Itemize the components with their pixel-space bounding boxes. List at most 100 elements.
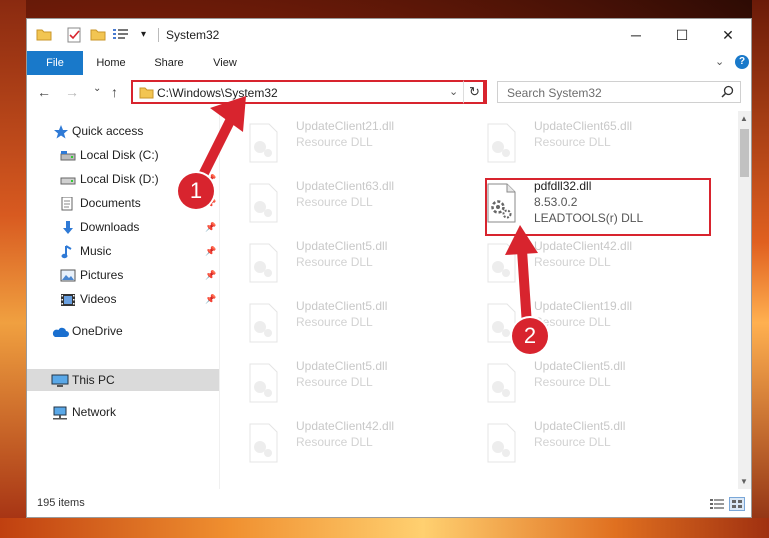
file-tile[interactable]: UpdateClient63.dll Resource DLL [220, 175, 450, 227]
file-name: UpdateClient5.dll [534, 359, 626, 373]
highlight-box [485, 178, 711, 236]
file-name: UpdateClient42.dll [534, 239, 633, 253]
tab-share[interactable]: Share [145, 51, 193, 75]
close-button[interactable]: ✕ [705, 19, 751, 51]
window-title: System32 [166, 28, 220, 42]
pictures-icon [60, 268, 76, 282]
file-tile[interactable]: UpdateClient5.dll Resource DLL [220, 295, 450, 347]
customize-toolbar-chevron-icon[interactable]: ▾ [141, 29, 146, 40]
search-input[interactable]: Search System32 [507, 86, 602, 100]
dll-file-icon [246, 183, 280, 223]
file-tile[interactable]: UpdateClient5.dll Resource DLL [220, 235, 450, 287]
sidebar-item-downloads[interactable]: Downloads 📌 [27, 216, 219, 238]
navigation-pane: Quick access Local Disk (C:) Local Disk … [27, 111, 219, 489]
star-icon [53, 124, 69, 139]
sidebar-item-onedrive[interactable]: OneDrive [27, 320, 219, 342]
file-type: Resource DLL [296, 255, 373, 269]
tab-file[interactable]: File [27, 51, 83, 75]
file-tile[interactable]: UpdateClient42.dll Resource DLL [458, 235, 688, 287]
sidebar-item-this-pc[interactable]: This PC [27, 369, 219, 391]
folder-icon [36, 27, 52, 44]
help-icon[interactable]: ? [735, 55, 749, 69]
file-type: Resource DLL [534, 375, 611, 389]
sidebar-item-label: Pictures [80, 268, 124, 282]
dll-file-icon [246, 423, 280, 463]
pin-icon: 📌 [205, 222, 217, 232]
sidebar-item-videos[interactable]: Videos 📌 [27, 288, 219, 310]
sidebar-item-label: Downloads [80, 220, 140, 234]
sidebar-item-network[interactable]: Network [27, 401, 219, 423]
file-name: UpdateClient42.dll [296, 419, 395, 433]
tab-home[interactable]: Home [87, 51, 135, 75]
file-type: Resource DLL [296, 135, 373, 149]
file-tile[interactable]: UpdateClient21.dll Resource DLL [220, 115, 450, 167]
refresh-button[interactable]: ↻ [463, 80, 487, 104]
file-tile[interactable]: UpdateClient42.dll Resource DLL [220, 415, 450, 467]
dll-file-icon [246, 363, 280, 403]
drive-icon [60, 148, 76, 162]
file-type: Resource DLL [534, 135, 611, 149]
sidebar-item-label: Videos [80, 292, 117, 306]
scrollbar-thumb[interactable] [740, 129, 749, 177]
vertical-scrollbar[interactable]: ▲ ▼ [738, 111, 751, 489]
sidebar-item-quick-access[interactable]: Quick access [27, 120, 219, 142]
maximize-button[interactable]: ☐ [659, 19, 705, 51]
forward-arrow-icon[interactable]: → [65, 84, 79, 100]
sidebar-item-pictures[interactable]: Pictures 📌 [27, 264, 219, 286]
sidebar-item-label: This PC [72, 373, 115, 387]
minimize-button[interactable]: ─ [613, 19, 659, 51]
item-count: 195 items [37, 497, 85, 509]
tab-view[interactable]: View [203, 51, 247, 75]
sidebar-item-label: Local Disk (D:) [80, 172, 159, 186]
file-type: Resource DLL [296, 315, 373, 329]
up-arrow-icon[interactable]: ↑ [111, 84, 118, 100]
scroll-up-icon[interactable]: ▲ [740, 114, 748, 123]
details-view-icon[interactable] [709, 497, 725, 511]
large-icons-view-icon[interactable] [729, 497, 745, 511]
address-bar[interactable]: C:\Windows\System32 ⌄ [131, 80, 485, 104]
recent-locations-chevron-icon[interactable]: ⌄ [93, 83, 101, 94]
desktop-background-bottom [0, 518, 769, 538]
file-tile[interactable]: UpdateClient5.dll Resource DLL [220, 355, 450, 407]
file-name: UpdateClient5.dll [296, 239, 388, 253]
file-tile[interactable]: UpdateClient5.dll Resource DLL [458, 355, 688, 407]
dll-file-icon [246, 303, 280, 343]
pin-icon: 📌 [205, 270, 217, 280]
file-name: UpdateClient5.dll [296, 299, 388, 313]
sidebar-item-label: OneDrive [72, 324, 123, 338]
scroll-down-icon[interactable]: ▼ [740, 477, 748, 486]
file-name: UpdateClient19.dll [534, 299, 633, 313]
music-icon [60, 244, 76, 259]
file-name: UpdateClient5.dll [534, 419, 626, 433]
address-path[interactable]: C:\Windows\System32 [157, 86, 278, 100]
properties-icon[interactable] [66, 27, 82, 46]
title-bar: ▾ System32 ─ ☐ ✕ [27, 19, 751, 51]
back-arrow-icon[interactable]: ← [37, 84, 51, 100]
cloud-icon [51, 324, 69, 338]
sidebar-item-label: Quick access [72, 124, 144, 138]
network-icon [51, 405, 67, 420]
sidebar-item-local-disk-c[interactable]: Local Disk (C:) [27, 144, 219, 166]
step-badge-2: 2 [512, 318, 548, 354]
search-box[interactable]: Search System32 [497, 81, 741, 103]
dll-file-icon [484, 363, 518, 403]
dll-file-icon [484, 243, 518, 283]
address-history-chevron-icon[interactable]: ⌄ [449, 85, 458, 98]
new-folder-icon[interactable] [90, 27, 106, 44]
file-list: UpdateClient21.dll Resource DLL UpdateCl… [220, 111, 738, 489]
expand-ribbon-chevron-icon[interactable]: ⌄ [715, 55, 724, 68]
drive-icon [60, 172, 76, 186]
sidebar-item-music[interactable]: Music 📌 [27, 240, 219, 262]
step-badge-1: 1 [178, 173, 214, 209]
pin-icon: 📌 [205, 294, 217, 304]
navigation-bar: ← → ⌄ ↑ C:\Windows\System32 ⌄ ↻ Search S… [27, 75, 751, 111]
rename-icon[interactable] [112, 27, 130, 44]
file-tile[interactable]: UpdateClient19.dll Resource DLL [458, 295, 688, 347]
sidebar-item-label: Local Disk (C:) [80, 148, 159, 162]
dll-file-icon [484, 423, 518, 463]
dll-file-icon [246, 123, 280, 163]
folder-icon [139, 86, 154, 102]
file-tile[interactable]: UpdateClient5.dll Resource DLL [458, 415, 688, 467]
file-tile[interactable]: UpdateClient65.dll Resource DLL [458, 115, 688, 167]
computer-icon [51, 373, 69, 387]
